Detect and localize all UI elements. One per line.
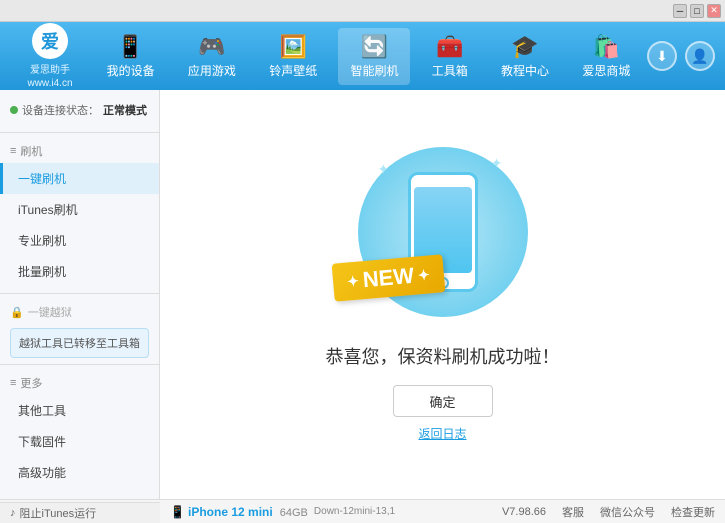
download-firmware-label: 下载固件 [18,433,66,450]
nav-smart-flash-icon: 🔄 [361,34,388,60]
success-message: 恭喜您，保资料刷机成功啦！ [326,343,560,369]
sidebar-group-jailbreak: 🔒 一键越狱 [0,300,159,324]
nav-bar: 📱 我的设备 🎮 应用游戏 🖼️ 铃声壁纸 🔄 智能刷机 🧰 工具箱 🎓 教程中… [90,28,647,85]
logo-icon: 爱 [32,23,68,59]
device-model: Down-12mini-13,1 [314,506,395,517]
flash-group-icon: ≡ [10,145,16,157]
badge-text: NEW [361,263,414,293]
confirm-button[interactable]: 确定 [393,385,493,417]
jailbreak-notice-text: 越狱工具已转移至工具箱 [19,338,140,350]
nav-tutorial-label: 教程中心 [501,62,549,79]
nav-toolbox[interactable]: 🧰 工具箱 [420,28,480,85]
close-btn[interactable]: ✕ [707,4,721,18]
sidebar-item-other-tools[interactable]: 其他工具 [0,395,159,426]
sparkle-1: ✦ [378,161,390,178]
confirm-button-label: 确定 [429,392,455,411]
sidebar-group-more: ≡ 更多 [0,371,159,395]
nav-appstore-icon: 🛍️ [593,34,620,60]
nav-my-device-icon: 📱 [117,34,144,60]
wechat-official-link[interactable]: 微信公众号 [600,504,655,520]
flash-group-label: 刷机 [20,143,42,159]
nav-my-device-label: 我的设备 [107,62,155,79]
sidebar-item-one-key-flash[interactable]: 一键刷机 [0,163,159,194]
return-link[interactable]: 返回日志 [418,425,466,442]
status-indicator [10,106,18,114]
main-layout: 设备连接状态： 正常模式 ≡ 刷机 一键刷机 iTunes刷机 专业刷机 批量刷… [0,90,725,499]
sparkle-2: ✦ [491,155,503,172]
badge-star-right: ✦ [417,266,430,284]
phone-illustration: ✦ ✦ ✦ ✦ NEW ✦ [343,147,543,327]
logo-line1: 爱思助手 [30,61,70,76]
other-tools-label: 其他工具 [18,402,66,419]
version-label: V7.98.66 [502,506,546,518]
itunes-icon: ♪ [10,507,16,519]
sidebar: 设备连接状态： 正常模式 ≡ 刷机 一键刷机 iTunes刷机 专业刷机 批量刷… [0,90,160,499]
pro-flash-label: 专业刷机 [18,232,66,249]
bottom-right: V7.98.66 客服 微信公众号 检查更新 [502,504,715,520]
connection-status: 设备连接状态： 正常模式 [0,98,159,126]
lock-icon: 🔒 [10,306,24,319]
customer-service-link[interactable]: 客服 [562,504,584,520]
nav-apps-label: 应用游戏 [188,62,236,79]
nav-ringtone-icon: 🖼️ [279,34,306,60]
device-icon: 📱 [170,505,185,519]
sidebar-item-advanced[interactable]: 高级功能 [0,457,159,488]
itunes-status-bar: ♪ 阻止iTunes运行 [0,502,160,523]
badge-star-left: ✦ [346,272,359,290]
divider-3 [0,364,159,365]
maximize-btn[interactable]: □ [690,4,704,18]
itunes-status-text: 阻止iTunes运行 [20,505,97,521]
sidebar-item-itunes-flash[interactable]: iTunes刷机 [0,194,159,225]
batch-flash-label: 批量刷机 [18,263,66,280]
nav-appstore[interactable]: 🛍️ 爱思商城 [570,28,642,85]
nav-toolbox-icon: 🧰 [436,34,463,60]
download-button[interactable]: ⬇ [647,41,677,71]
device-storage: 64GB [280,507,308,519]
nav-smart-flash[interactable]: 🔄 智能刷机 [338,28,410,85]
minimize-btn[interactable]: ─ [673,4,687,18]
content-area: ✦ ✦ ✦ ✦ NEW ✦ 恭喜您，保资料刷机成功啦！ 确定 返回日 [160,90,725,499]
status-value: 正常模式 [103,102,147,118]
advanced-label: 高级功能 [18,464,66,481]
one-key-flash-label: 一键刷机 [18,170,66,187]
jailbreak-notice: 越狱工具已转移至工具箱 [10,328,149,358]
logo-area: 爱 爱思助手 www.i4.cn [10,23,90,89]
logo-line2: www.i4.cn [27,78,72,89]
nav-tutorial[interactable]: 🎓 教程中心 [489,28,561,85]
title-bar: ─ □ ✕ [0,0,725,22]
nav-apps-games[interactable]: 🎮 应用游戏 [176,28,248,85]
more-group-icon: ≡ [10,377,16,389]
sidebar-item-batch-flash[interactable]: 批量刷机 [0,256,159,287]
sidebar-item-download-firmware[interactable]: 下载固件 [0,426,159,457]
device-info: 📱 iPhone 12 mini 64GB [170,505,308,519]
nav-tutorial-icon: 🎓 [511,34,538,60]
nav-appstore-label: 爱思商城 [582,62,630,79]
more-group-label: 更多 [20,375,42,391]
itunes-flash-label: iTunes刷机 [18,201,78,218]
user-button[interactable]: 👤 [685,41,715,71]
nav-apps-icon: 🎮 [198,34,225,60]
device-name: iPhone 12 mini [188,505,273,519]
nav-my-device[interactable]: 📱 我的设备 [95,28,167,85]
nav-smart-flash-label: 智能刷机 [350,62,398,79]
divider-1 [0,132,159,133]
nav-ringtone[interactable]: 🖼️ 铃声壁纸 [257,28,329,85]
jailbreak-label: 一键越狱 [28,304,72,320]
sidebar-item-pro-flash[interactable]: 专业刷机 [0,225,159,256]
divider-2 [0,293,159,294]
nav-toolbox-label: 工具箱 [432,62,468,79]
check-update-link[interactable]: 检查更新 [671,504,715,520]
header: 爱 爱思助手 www.i4.cn 📱 我的设备 🎮 应用游戏 🖼️ 铃声壁纸 🔄… [0,22,725,90]
nav-ringtone-label: 铃声壁纸 [269,62,317,79]
header-actions: ⬇ 👤 [647,41,715,71]
status-prefix: 设备连接状态： [22,102,99,118]
sidebar-group-flash: ≡ 刷机 [0,139,159,163]
